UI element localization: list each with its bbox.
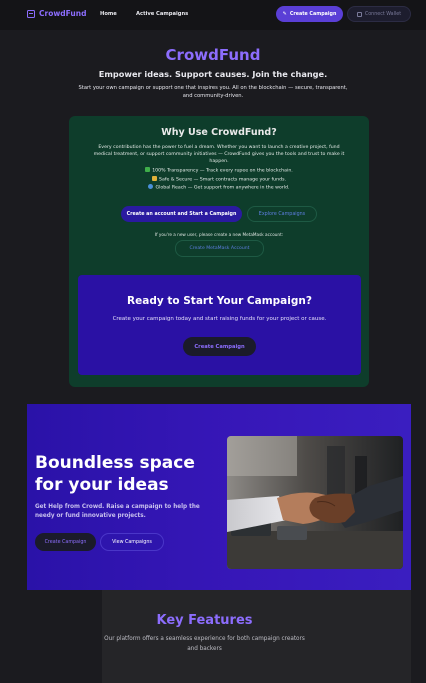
- hero-subtitle: Empower ideas. Support causes. Join the …: [98, 69, 328, 79]
- boundless-title: Boundless space for your ideas: [35, 453, 195, 495]
- key-features-section: Key Features Our platform offers a seaml…: [102, 590, 411, 683]
- create-campaign-label: Create Campaign: [289, 11, 337, 17]
- handshake-image: [227, 436, 403, 569]
- why-section: Why Use CrowdFund? Every contribution ha…: [69, 116, 369, 387]
- key-features-title: Key Features: [156, 613, 253, 628]
- create-metamask-button[interactable]: Create MetaMask Account: [175, 240, 264, 257]
- why-point: Global Reach — Get support from anywhere…: [69, 184, 369, 193]
- connect-wallet-label: Connect Wallet: [364, 11, 402, 17]
- boundless-section: Boundless space for your ideas Get Help …: [27, 404, 411, 590]
- view-campaigns-button[interactable]: View Campaigns: [100, 533, 164, 551]
- why-points: 100% Transparency — Track every rupee on…: [69, 167, 369, 193]
- top-nav: CrowdFund Home Active Campaigns ✎ Create…: [0, 0, 426, 30]
- explore-campaigns-button[interactable]: Explore Campaigns: [247, 206, 317, 222]
- pencil-icon: ✎: [282, 11, 287, 17]
- key-features-text: Our platform offers a seamless experienc…: [104, 636, 305, 652]
- hero-title: CrowdFund: [165, 46, 261, 64]
- metamask-note: If you're a new user, please create a ne…: [154, 232, 284, 237]
- check-icon: [145, 167, 151, 172]
- boundless-text: Get Help from Crowd. Raise a campaign to…: [35, 504, 200, 519]
- hero-description: Start your own campaign or support one t…: [78, 85, 348, 99]
- connect-wallet-button[interactable]: Connect Wallet: [347, 6, 411, 22]
- nav-link-home[interactable]: Home: [100, 11, 117, 17]
- brand-name: CrowdFund: [39, 9, 87, 18]
- brand-logo[interactable]: CrowdFund: [27, 9, 86, 18]
- why-point: Safe & Secure — Smart contracts manage y…: [69, 175, 369, 185]
- why-point: 100% Transparency — Track every rupee on…: [69, 167, 369, 176]
- why-text: Every contribution has the power to fuel…: [93, 145, 345, 164]
- wallet-icon: [356, 11, 362, 17]
- globe-icon: [148, 184, 154, 189]
- ready-title: Ready to Start Your Campaign?: [127, 295, 312, 307]
- start-campaign-button[interactable]: Create an account and Start a Campaign: [121, 206, 242, 222]
- wallet-icon: [27, 9, 35, 18]
- why-title: Why Use CrowdFund?: [161, 127, 277, 138]
- create-campaign-button[interactable]: ✎ Create Campaign: [276, 6, 343, 22]
- ready-card: Ready to Start Your Campaign? Create you…: [78, 275, 361, 375]
- nav-link-active-campaigns[interactable]: Active Campaigns: [136, 11, 188, 17]
- lock-icon: [151, 175, 157, 181]
- ready-text: Create your campaign today and start rai…: [112, 316, 327, 322]
- ready-create-campaign-button[interactable]: Create Campaign: [183, 337, 256, 356]
- boundless-create-campaign-button[interactable]: Create Campaign: [35, 533, 96, 551]
